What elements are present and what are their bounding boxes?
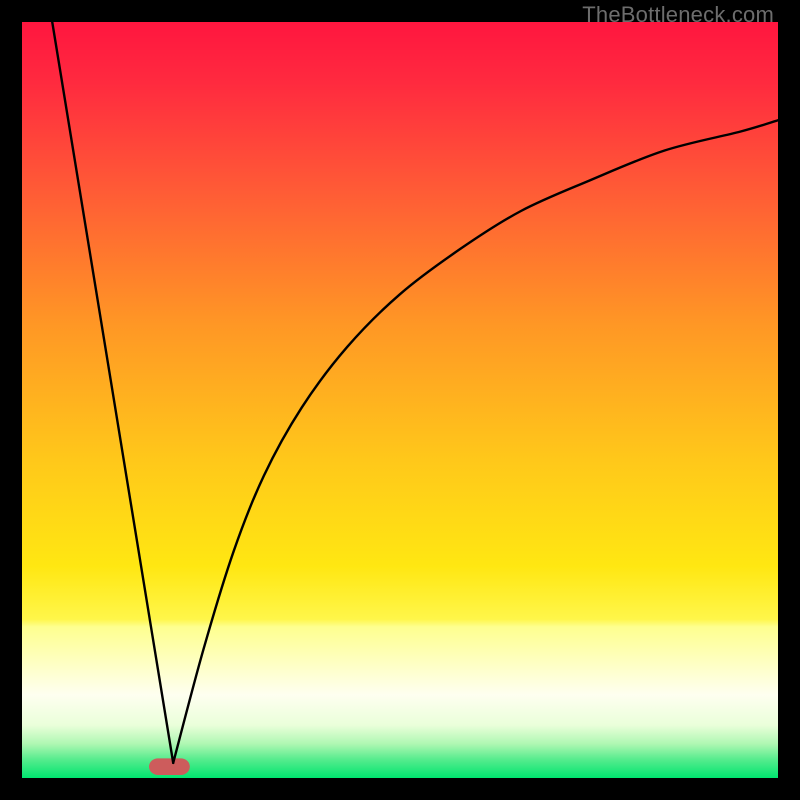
gradient-background — [22, 22, 778, 778]
optimum-marker — [149, 758, 190, 775]
watermark-text: TheBottleneck.com — [582, 2, 774, 28]
chart-svg — [22, 22, 778, 778]
chart-frame — [22, 22, 778, 778]
